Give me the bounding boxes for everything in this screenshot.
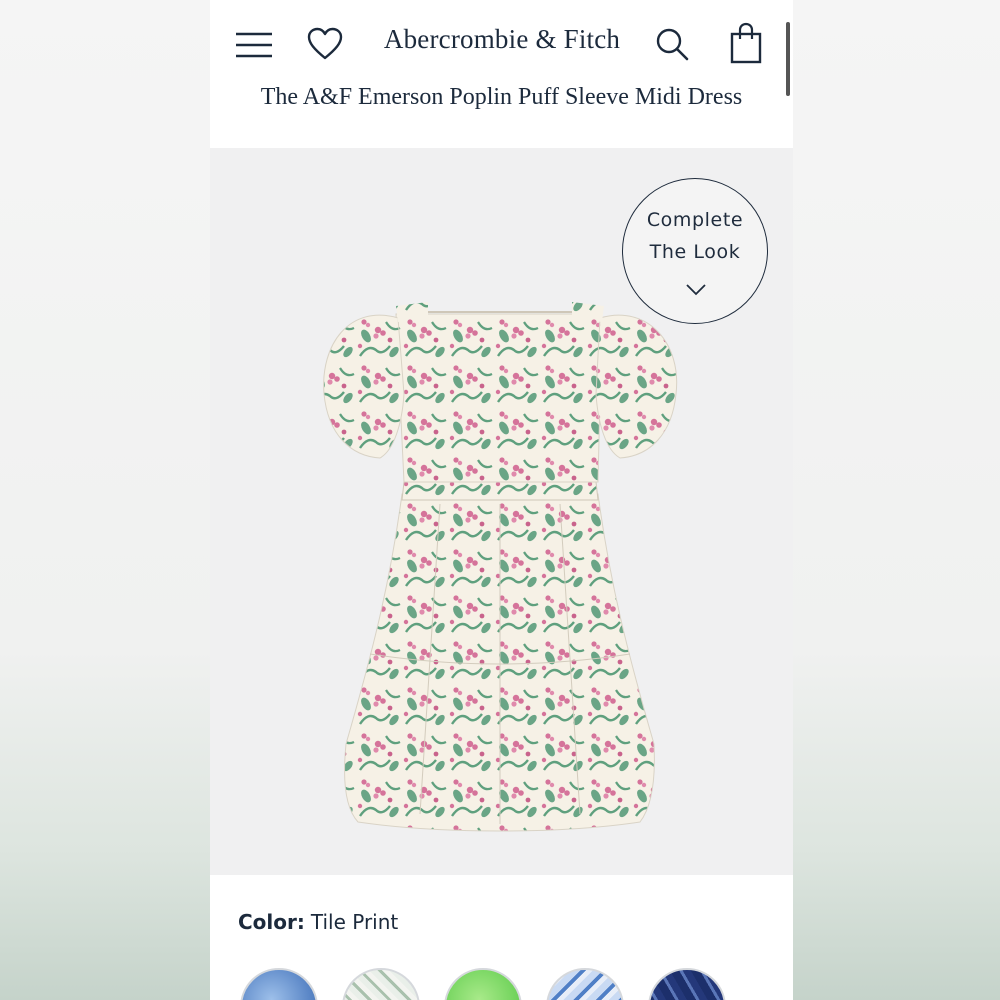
brand-logo[interactable]: Abercrombie & Fitch — [382, 24, 622, 55]
color-label: Color: — [238, 910, 305, 934]
hamburger-menu-icon[interactable] — [234, 30, 274, 60]
color-swatch-blue-white-print[interactable] — [546, 968, 624, 1000]
complete-the-look-button[interactable]: Complete The Look — [622, 178, 768, 324]
product-title: The A&F Emerson Poplin Puff Sleeve Midi … — [260, 84, 743, 110]
heart-icon[interactable] — [306, 26, 344, 62]
blurred-background-left — [0, 0, 210, 1000]
floral-dress-image — [323, 302, 678, 832]
product-image-area[interactable]: Complete The Look — [210, 148, 793, 875]
color-selection-label: Color: Tile Print — [238, 910, 398, 934]
product-page-screen: Abercrombie & Fitch The A&F Emerson Popl… — [210, 0, 793, 1000]
site-header: Abercrombie & Fitch The A&F Emerson Popl… — [210, 0, 793, 148]
color-swatch-navy-print[interactable] — [648, 968, 726, 1000]
color-swatch-green[interactable] — [444, 968, 522, 1000]
complete-the-look-label-line1: Complete — [646, 209, 744, 231]
blurred-background-right — [793, 0, 1000, 1000]
color-value: Tile Print — [310, 910, 399, 934]
color-swatch-white-green-print[interactable] — [342, 968, 420, 1000]
chevron-down-icon — [686, 284, 706, 296]
complete-the-look-label-line2: The Look — [649, 241, 741, 263]
search-icon[interactable] — [654, 26, 690, 62]
color-swatch-blue[interactable] — [240, 968, 318, 1000]
shopping-bag-icon[interactable] — [728, 22, 764, 64]
